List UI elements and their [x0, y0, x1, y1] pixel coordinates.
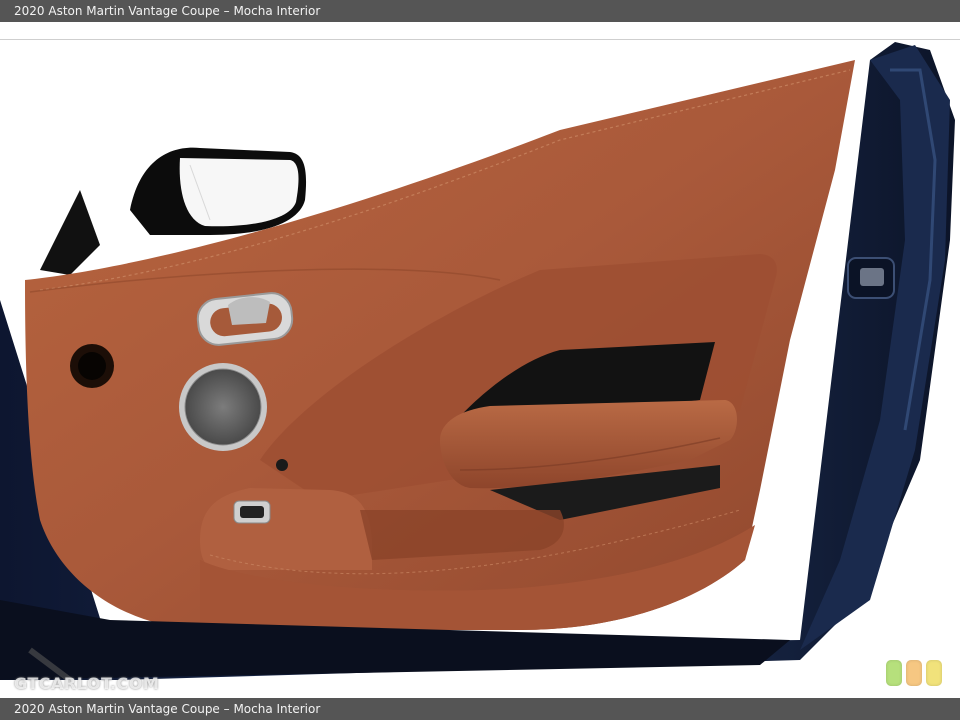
door-panel-illustration: [0, 42, 955, 680]
dot-yellow: [926, 660, 942, 686]
watermark-logo: GTCARLOT.COM: [14, 674, 160, 693]
dot-green: [886, 660, 902, 686]
lock-button-icon: [276, 459, 288, 471]
dot-orange: [906, 660, 922, 686]
a-pillar: [40, 190, 100, 275]
caption-top: 2020 Aston Martin Vantage Coupe – Mocha …: [0, 0, 960, 22]
door-photo: [0, 40, 960, 680]
door-bin: [200, 488, 372, 570]
caption-bottom: 2020 Aston Martin Vantage Coupe – Mocha …: [0, 698, 960, 720]
traffic-light-badge: [886, 660, 946, 686]
